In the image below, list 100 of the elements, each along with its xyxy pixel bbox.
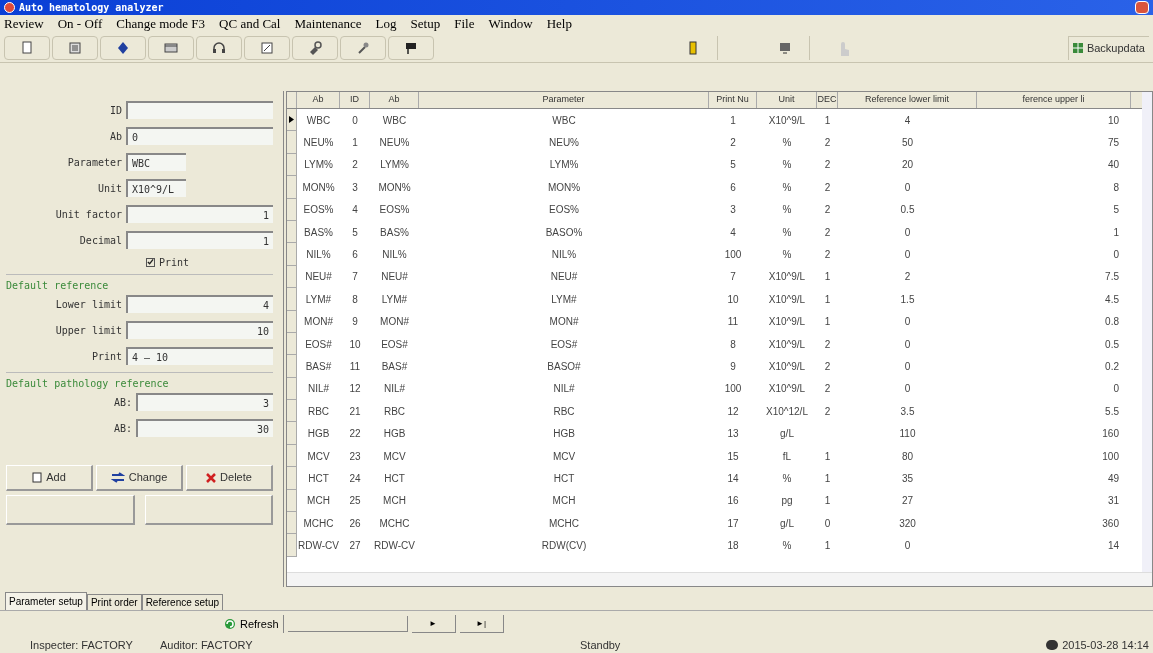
- input-field[interactable]: 1: [126, 205, 273, 223]
- table-cell-text: %: [781, 225, 793, 240]
- input-field[interactable]: 4 — 10: [126, 347, 273, 365]
- table-cell-text: 10: [1106, 113, 1120, 128]
- table-cell-text: 0.8: [1104, 315, 1120, 330]
- table-cell-text: BAS%: [303, 225, 334, 240]
- table-cell-text: 12: [348, 382, 362, 397]
- column-header[interactable]: Print Nu: [709, 92, 757, 108]
- tab[interactable]: Reference setup: [141, 594, 223, 610]
- column-header[interactable]: Ab: [370, 92, 419, 108]
- table-cell-text: 320: [898, 516, 917, 531]
- column-header[interactable]: Ab: [297, 92, 340, 108]
- input-field[interactable]: [126, 101, 273, 119]
- column-header[interactable]: ference upper li: [977, 92, 1131, 108]
- table-cell-text: RDW-CV: [297, 539, 340, 554]
- menu-item[interactable]: Window: [488, 14, 533, 34]
- table-cell-text: RBC: [306, 404, 331, 419]
- table-cell-text: 6: [351, 248, 359, 263]
- refresh-button[interactable]: Refresh: [220, 615, 284, 633]
- column-header[interactable]: ID: [340, 92, 370, 108]
- add-button[interactable]: Add: [6, 465, 93, 491]
- blank-button[interactable]: [6, 495, 135, 525]
- column-header[interactable]: Parameter: [419, 92, 709, 108]
- table-cell-text: 4: [903, 113, 912, 128]
- table-cell-text: MCV: [551, 449, 577, 464]
- close-button[interactable]: [1135, 1, 1149, 14]
- menu-item[interactable]: File: [454, 14, 475, 34]
- menu-item[interactable]: Review: [4, 14, 44, 34]
- column-header[interactable]: Reference lower limit: [838, 92, 977, 108]
- column-header[interactable]: DEC: [817, 92, 838, 108]
- table-cell-text: 0: [903, 180, 912, 195]
- input-field[interactable]: 0: [126, 127, 273, 145]
- change-button[interactable]: Change: [96, 465, 183, 491]
- table-cell-text: 8: [1112, 180, 1120, 195]
- input-field[interactable]: 1: [126, 231, 273, 249]
- input-field[interactable]: 10: [126, 321, 273, 339]
- table-cell-text: 18: [726, 539, 740, 554]
- table-cell-text: fL: [781, 449, 793, 464]
- toolbar-button[interactable]: [196, 35, 242, 60]
- input-field[interactable]: 30: [136, 419, 273, 437]
- table-cell-text: BAS%: [379, 225, 410, 240]
- print-checkbox[interactable]: Print: [6, 253, 273, 271]
- last-button[interactable]: ►|: [459, 615, 504, 633]
- table-cell-text: 2: [823, 248, 832, 263]
- delete-button[interactable]: Delete: [186, 465, 273, 491]
- table-cell-text: 1.5: [899, 292, 916, 307]
- table-cell-text: 1: [823, 539, 832, 554]
- group-title: Default pathology reference: [6, 377, 170, 389]
- table-cell-text: 25: [348, 494, 362, 509]
- edit-icon: [259, 39, 275, 56]
- input-field[interactable]: 3: [136, 393, 273, 411]
- table-cell-text: 12: [726, 404, 740, 419]
- menu-item[interactable]: Help: [546, 14, 572, 34]
- status-text: Inspecter: FACTORY: [30, 637, 134, 653]
- next-button[interactable]: ►: [411, 615, 456, 633]
- table-cell-text: WBC: [381, 113, 408, 128]
- menu-item[interactable]: Setup: [410, 14, 441, 34]
- input-field[interactable]: 4: [126, 295, 273, 313]
- field-label: AB:: [112, 395, 133, 410]
- table-cell-text: 360: [1101, 516, 1120, 531]
- backup-button[interactable]: Backupdata: [1067, 35, 1149, 60]
- table-cell-text: 80: [900, 449, 915, 464]
- input-field[interactable]: WBC: [126, 153, 186, 171]
- table-cell-text: NEU%: [302, 136, 335, 151]
- table-cell-text: 0: [1112, 248, 1120, 263]
- menu-item[interactable]: Maintenance: [294, 14, 362, 34]
- list-icon: [67, 39, 83, 56]
- status-text: Standby: [580, 637, 622, 653]
- vertical-scrollbar[interactable]: [1142, 92, 1152, 572]
- toolbar-button[interactable]: [292, 35, 338, 60]
- blank-button[interactable]: [144, 495, 273, 525]
- table-cell-text: X10^9/L: [767, 270, 807, 285]
- table-cell-text: 2: [823, 225, 832, 240]
- input-field[interactable]: X10^9/L: [126, 179, 186, 197]
- menu-item[interactable]: Change mode F3: [116, 14, 206, 34]
- menu-item[interactable]: Log: [375, 14, 397, 34]
- table-cell-text: LYM#: [304, 292, 333, 307]
- row-selector[interactable]: [287, 109, 297, 132]
- table-cell-text: 0: [903, 360, 912, 374]
- table-cell-text: X10^9/L: [767, 292, 807, 307]
- table-cell-text: 7: [351, 270, 359, 285]
- menu-item[interactable]: On - Off: [57, 14, 103, 34]
- toolbar-button[interactable]: [100, 35, 146, 60]
- tab[interactable]: Print order: [86, 594, 142, 610]
- table-cell-text: 17: [726, 516, 740, 531]
- tab[interactable]: Parameter setup: [5, 592, 87, 610]
- table-cell-text: 3.5: [899, 404, 916, 419]
- field-label: AB:: [112, 421, 133, 436]
- horizontal-scrollbar[interactable]: [287, 572, 1152, 586]
- toolbar-button[interactable]: [388, 35, 434, 60]
- table-cell-text: X10^12/L: [765, 404, 809, 419]
- column-header[interactable]: Unit: [757, 92, 817, 108]
- status-text: 2015-03-28 14:14: [1062, 637, 1149, 653]
- table-cell-text: 0: [1112, 382, 1120, 397]
- table-cell-text: 100: [723, 382, 743, 397]
- table-cell-text: HCT: [383, 471, 406, 486]
- table-cell-text: 5: [729, 158, 737, 173]
- menu-item[interactable]: QC and Cal: [219, 14, 281, 34]
- page-field[interactable]: [287, 616, 408, 632]
- checkbox[interactable]: [146, 257, 155, 267]
